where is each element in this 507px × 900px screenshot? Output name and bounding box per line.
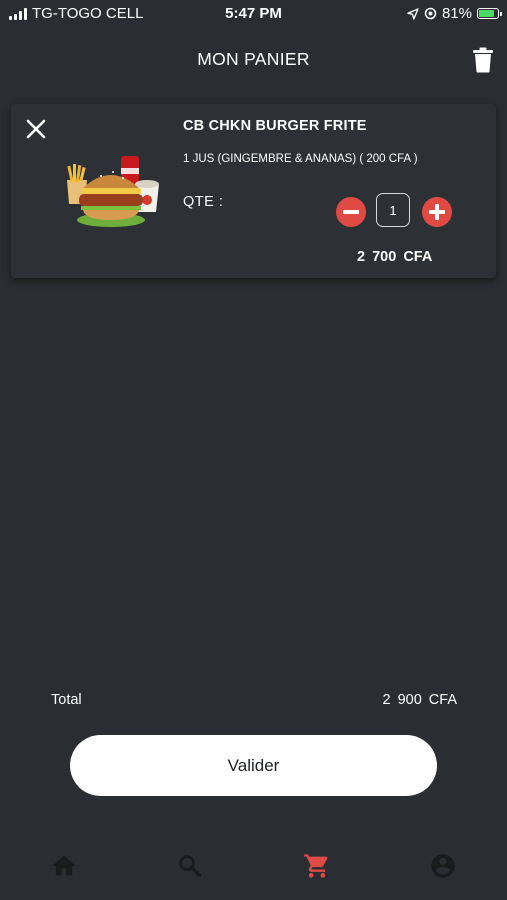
total-label: Total [51,692,82,708]
item-price: 2 700 CFA [357,249,433,265]
validate-button[interactable]: Valider [70,735,437,796]
total-value: 2 900 CFA [382,692,457,708]
product-name: CB CHKN BURGER FRITE [183,118,367,134]
nav-item-account[interactable] [429,852,457,880]
alarm-icon [424,7,437,20]
validate-button-label: Valider [227,755,280,775]
home-icon [52,855,76,876]
search-icon [179,855,201,877]
account-icon [431,854,455,878]
cart-item-card: CB CHKN BURGER FRITE 1 JUS (GINGEMBRE & … [11,104,496,278]
battery-charging-icon [477,8,502,19]
close-icon [26,119,46,139]
battery-percent: 81% [441,5,472,22]
page-title: MON PANIER [197,49,310,69]
cart-icon [304,854,328,878]
burger-meal-image [67,156,159,227]
nav-item-search[interactable] [176,852,204,880]
quantity-field[interactable]: 1 [376,193,410,227]
product-option: 1 JUS (GINGEMBRE & ANANAS) ( 200 CFA ) [183,153,418,165]
bottom-navigation [0,838,507,894]
trash-icon [473,47,493,73]
nav-item-cart[interactable] [303,852,331,880]
remove-item-button[interactable] [25,118,47,140]
decrease-quantity-button[interactable] [336,197,366,227]
location-arrow-icon [407,7,419,20]
status-right: 81% [407,5,502,22]
status-bar: TG-TOGO CELL 5:47 PM 81% [0,0,507,28]
nav-item-home[interactable] [50,852,78,880]
trash-button[interactable] [472,47,494,73]
quantity-label: QTE : [183,194,224,210]
increase-quantity-button[interactable] [422,197,452,227]
